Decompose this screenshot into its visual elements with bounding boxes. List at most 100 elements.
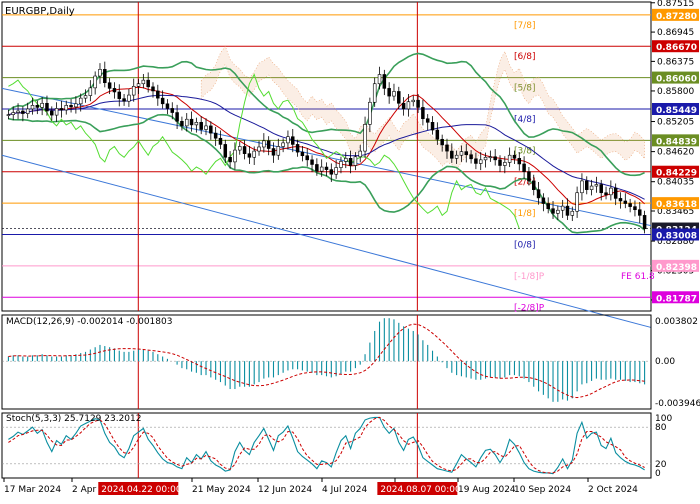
candle-body — [638, 209, 642, 216]
candle-body — [411, 99, 415, 103]
macd-title: MACD(12,26,9) -0.002014 -0.001803 — [6, 317, 172, 327]
candle-body — [213, 132, 218, 139]
candle-body — [305, 155, 309, 161]
price-flag-label: 0.86060 — [656, 75, 697, 85]
candle-body — [146, 79, 150, 88]
candle-body — [107, 82, 112, 89]
candle-body — [633, 206, 637, 211]
candle-body — [117, 91, 122, 99]
murrey-level-label: [3/8] — [514, 146, 536, 156]
time-tick-label: 21 May 2024 — [192, 485, 251, 495]
murrey-level-label: [6/8] — [514, 52, 536, 62]
candle-body — [522, 163, 526, 172]
candle-body — [238, 146, 242, 151]
candle-body — [281, 142, 285, 147]
candle-body — [127, 94, 131, 102]
candle-body — [295, 144, 300, 153]
fe-label: FE 61.8 — [621, 272, 655, 282]
candle-body — [536, 189, 541, 199]
candle-body — [136, 83, 141, 87]
candle-body — [527, 171, 531, 182]
candle-body — [310, 159, 314, 165]
time-tick-label: 19 Aug 2024 — [458, 485, 516, 495]
candle-body — [112, 88, 117, 93]
candle-body — [585, 180, 589, 190]
price-flag-label: 0.81787 — [656, 294, 697, 304]
candle-body — [199, 122, 203, 130]
candle-body — [488, 156, 493, 159]
price-flag-label: 0.83008 — [656, 231, 697, 241]
macd-axis-label: 0.003802 — [655, 317, 698, 327]
candle-body — [425, 118, 430, 123]
candle-body — [531, 180, 536, 190]
candle-body — [165, 103, 170, 109]
candle-body — [478, 159, 483, 164]
candle-body — [623, 200, 628, 204]
candle-body — [223, 144, 228, 158]
candle-body — [483, 156, 488, 161]
candle-body — [392, 91, 396, 97]
candle-body — [459, 151, 464, 156]
candle-body — [262, 140, 266, 148]
price-tick-label: 0.85800 — [657, 87, 694, 97]
candle-body — [363, 124, 367, 152]
candle-body — [83, 95, 88, 99]
candle-body — [247, 153, 252, 158]
candle-body — [194, 122, 199, 126]
candle-body — [103, 69, 107, 84]
price-tick-label: 0.87515 — [657, 0, 694, 9]
candle-body — [344, 157, 348, 162]
candle-body — [88, 87, 93, 96]
time-tick-label: 4 Jul 2024 — [322, 485, 367, 495]
price-tick-label: 0.84035 — [657, 178, 694, 188]
candle-body — [618, 198, 623, 202]
candle-body — [551, 208, 555, 214]
price-flag-label: 0.83618 — [656, 200, 697, 210]
time-highlight-label: 2024.08.07 00:00 — [380, 485, 461, 495]
candle-body — [151, 86, 155, 92]
candle-body — [271, 148, 276, 156]
candle-body — [74, 103, 78, 108]
candle-body — [565, 205, 570, 216]
candle-body — [30, 105, 35, 110]
candle-body — [401, 102, 406, 110]
murrey-level-label: [7/8] — [514, 21, 536, 31]
candle-body — [348, 157, 353, 166]
candle-body — [503, 162, 507, 166]
price-tick-label: 0.84620 — [657, 148, 694, 158]
chart-canvas[interactable]: [7/8][6/8][5/8][4/8][3/8][2/8][1/8][0/8]… — [0, 0, 700, 500]
candle-body — [372, 83, 377, 103]
candle-body — [141, 79, 146, 85]
candle-body — [156, 90, 160, 99]
time-highlight-label: 2024.04.22 00:00 — [101, 485, 182, 495]
candle-body — [242, 146, 247, 154]
price-flag-label: 0.85449 — [656, 106, 697, 116]
candle-body — [45, 102, 49, 112]
price-flag-label: 0.84839 — [656, 137, 697, 147]
murrey-level-label: [-2/8]P — [514, 303, 545, 313]
price-flag-label: 0.82398 — [656, 263, 697, 273]
candle-body — [131, 86, 136, 96]
candle-body — [209, 125, 213, 134]
time-tick-label: 2 Oct 2024 — [588, 485, 638, 495]
candle-body — [406, 101, 411, 110]
candle-body — [339, 161, 343, 168]
price-flag-label: 0.86670 — [656, 43, 697, 53]
candle-body — [276, 146, 281, 156]
candle-body — [493, 156, 497, 161]
candle-body — [397, 91, 401, 104]
candle-body — [50, 110, 54, 116]
candle-body — [300, 151, 305, 157]
candle-body — [594, 184, 599, 187]
price-flag-label: 0.84229 — [656, 169, 697, 179]
candle-body — [430, 122, 435, 131]
candle-body — [628, 203, 632, 207]
candle-body — [609, 187, 613, 196]
stoch-axis-label: 0 — [655, 469, 661, 479]
candle-body — [599, 184, 603, 194]
candle-body — [507, 154, 512, 163]
stoch-axis-label: 80 — [655, 423, 667, 433]
chart-window[interactable]: [7/8] [6/8] [5/8] [4/8] [3/8] [2/8] [1/8] [0/8]… — [0, 0, 700, 500]
candle-body — [512, 154, 517, 159]
time-tick-label: 10 Sep 2024 — [514, 485, 571, 495]
